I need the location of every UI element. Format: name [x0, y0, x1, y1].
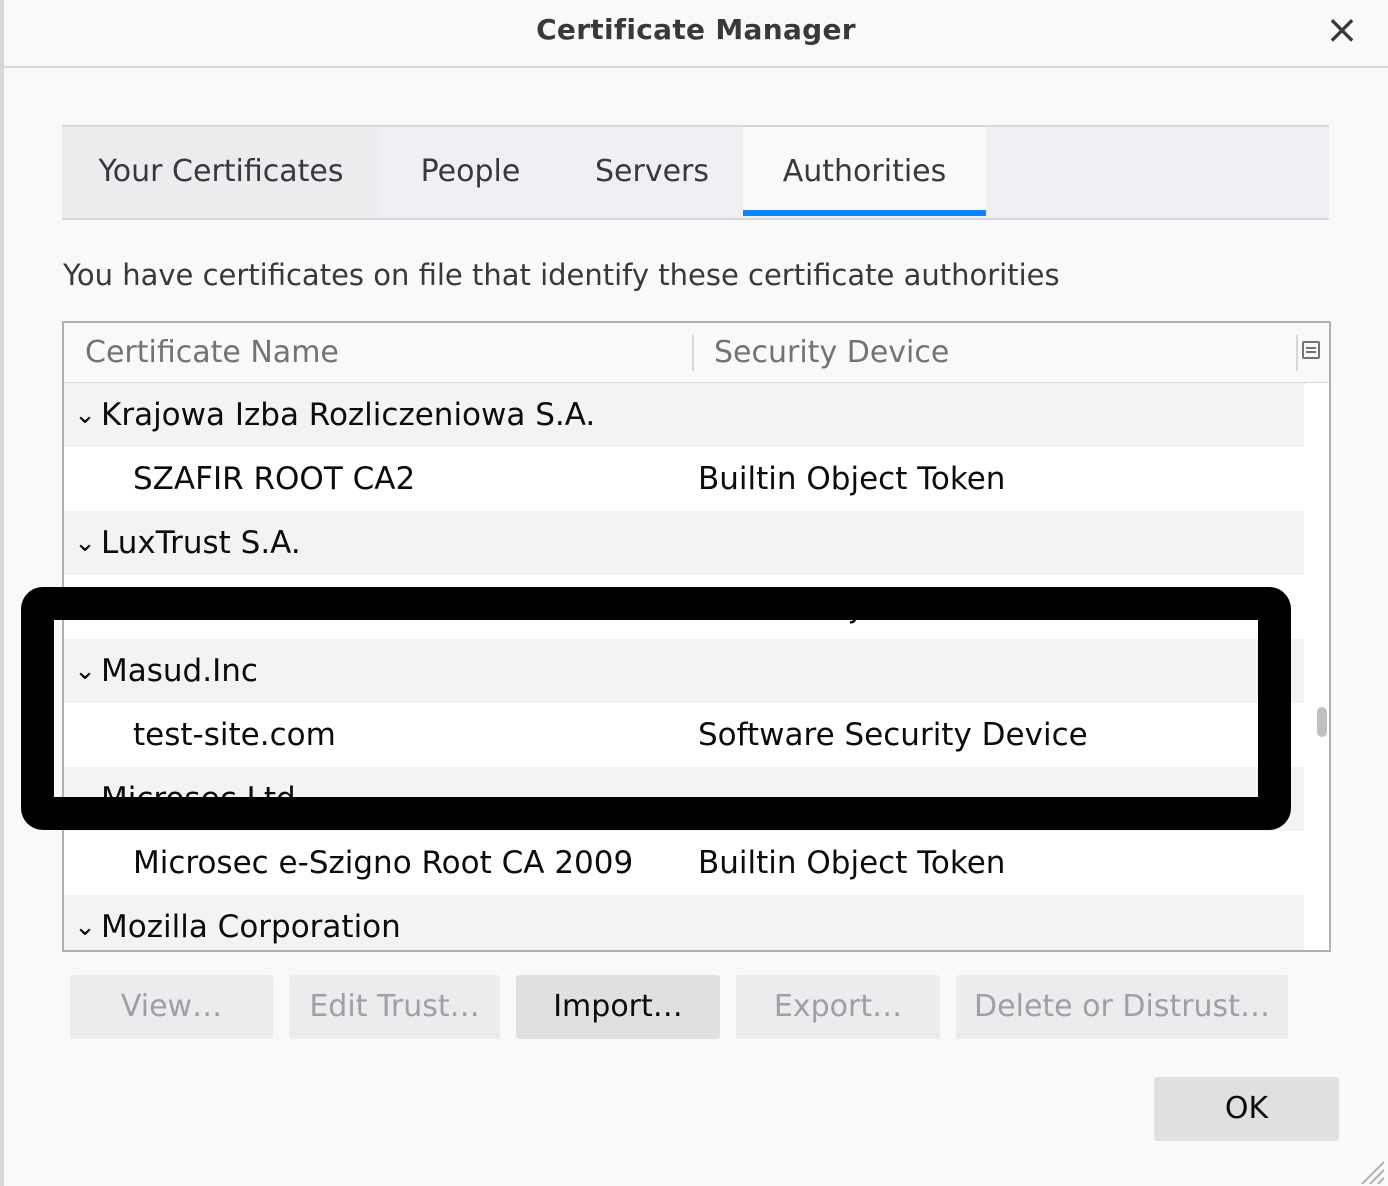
- security-device: Builtin Object Token: [698, 589, 1006, 625]
- certificate-name: SZAFIR ROOT CA2: [133, 461, 416, 497]
- group-row[interactable]: ⌄ Masud.Inc: [64, 639, 1304, 703]
- column-header-security-device[interactable]: Security Device: [714, 323, 949, 382]
- chevron-down-icon[interactable]: ⌄: [74, 895, 96, 950]
- delete-or-distrust-button[interactable]: Delete or Distrust…: [956, 975, 1288, 1039]
- selected-tab-indicator: [743, 210, 986, 216]
- certificate-name: LuxTrust Global Root 2: [133, 589, 482, 625]
- certificate-row[interactable]: LuxTrust Global Root 2 Builtin Object To…: [64, 575, 1304, 639]
- certificate-row[interactable]: test-site.com Software Security Device: [64, 703, 1304, 767]
- column-splitter[interactable]: [692, 335, 694, 371]
- certificate-row[interactable]: Microsec e-Szigno Root CA 2009 Builtin O…: [64, 831, 1304, 895]
- description-text: You have certificates on file that ident…: [63, 258, 1060, 292]
- scrollbar[interactable]: [1305, 383, 1329, 950]
- tab-people[interactable]: People: [380, 127, 561, 216]
- certificate-tree[interactable]: Certificate Name Security Device ⌄ Krajo…: [62, 321, 1331, 952]
- group-name: Microsec Ltd.: [101, 781, 306, 817]
- security-device: Software Security Device: [698, 717, 1088, 753]
- chevron-down-icon[interactable]: ⌄: [74, 383, 96, 447]
- group-name: Masud.Inc: [101, 653, 258, 689]
- background-window-edge: [0, 0, 4, 1186]
- certificate-name: Microsec e-Szigno Root CA 2009: [133, 845, 634, 881]
- title-bar: Certificate Manager ×: [4, 0, 1388, 68]
- tab-servers[interactable]: Servers: [561, 127, 743, 216]
- certificate-name: test-site.com: [133, 717, 336, 753]
- column-header-certificate-name[interactable]: Certificate Name: [85, 323, 339, 382]
- edit-trust-button[interactable]: Edit Trust…: [289, 975, 500, 1039]
- chevron-down-icon[interactable]: ⌄: [74, 767, 96, 831]
- tree-header: Certificate Name Security Device: [64, 323, 1329, 384]
- tab-authorities[interactable]: Authorities: [743, 127, 986, 216]
- import-button[interactable]: Import…: [516, 975, 720, 1039]
- security-device: Builtin Object Token: [698, 461, 1006, 497]
- resize-grip-icon[interactable]: [1358, 1158, 1384, 1184]
- security-device: Builtin Object Token: [698, 845, 1006, 881]
- group-row[interactable]: ⌄ LuxTrust S.A.: [64, 511, 1304, 575]
- certificate-row[interactable]: SZAFIR ROOT CA2 Builtin Object Token: [64, 447, 1304, 511]
- ok-button[interactable]: OK: [1154, 1077, 1339, 1141]
- chevron-down-icon[interactable]: ⌄: [74, 639, 96, 703]
- view-button[interactable]: View…: [70, 975, 273, 1039]
- group-name: LuxTrust S.A.: [101, 525, 301, 561]
- group-name: Mozilla Corporation: [101, 909, 401, 945]
- group-name: Krajowa Izba Rozliczeniowa S.A.: [101, 397, 596, 433]
- group-row[interactable]: ⌄ Microsec Ltd.: [64, 767, 1304, 831]
- group-row[interactable]: ⌄ Krajowa Izba Rozliczeniowa S.A.: [64, 383, 1304, 447]
- tab-authorities-label: Authorities: [782, 154, 947, 189]
- dialog-title: Certificate Manager: [536, 13, 856, 46]
- column-splitter[interactable]: [1296, 335, 1298, 371]
- scrollbar-thumb[interactable]: [1317, 707, 1327, 737]
- column-picker-icon[interactable]: [1302, 341, 1320, 359]
- tab-bar: Your Certificates People Servers Authori…: [62, 125, 1329, 220]
- export-button[interactable]: Export…: [736, 975, 940, 1039]
- tab-your-certificates[interactable]: Your Certificates: [62, 127, 380, 216]
- close-icon[interactable]: ×: [1324, 10, 1360, 50]
- chevron-down-icon[interactable]: ⌄: [74, 511, 96, 575]
- group-row[interactable]: ⌄ Mozilla Corporation: [64, 895, 1304, 950]
